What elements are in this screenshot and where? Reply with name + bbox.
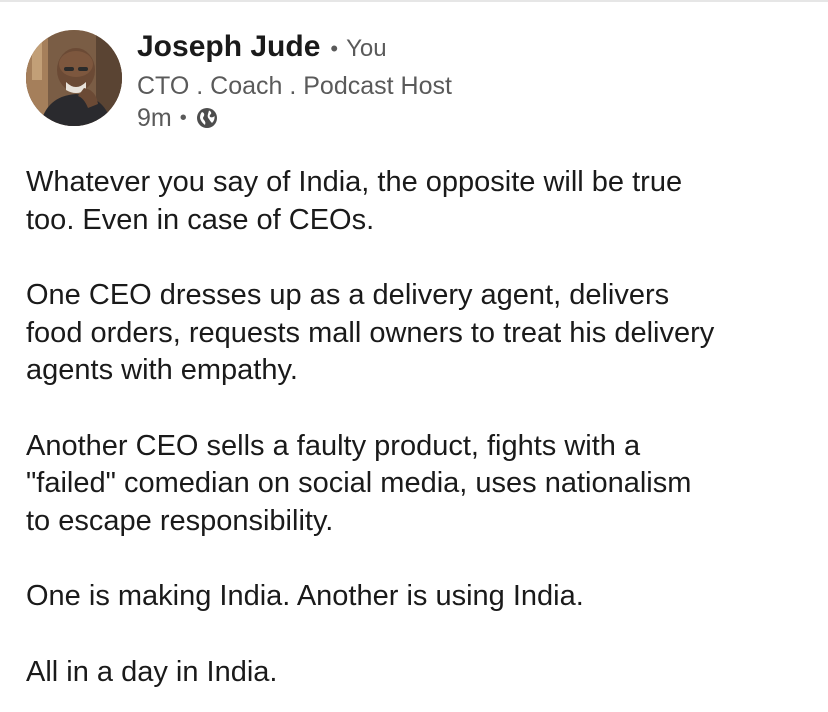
avatar[interactable] [26,30,122,126]
post-paragraph: Another CEO sells a faulty product, figh… [26,429,692,537]
post-paragraph: One is making India. Another is using In… [26,580,584,612]
top-divider [0,0,828,2]
author-block: Joseph Jude • You CTO . Coach . Podcast … [137,30,797,134]
post-timestamp: 9m [137,103,172,132]
post-header: Joseph Jude • You CTO . Coach . Podcast … [26,30,806,134]
name-separator: • [330,36,339,61]
post-paragraph: Whatever you say of India, the opposite … [26,166,683,236]
globe-icon[interactable] [195,106,219,130]
avatar-photo [26,30,122,126]
post-meta: 9m • [137,102,797,134]
author-headline: CTO . Coach . Podcast Host [137,72,452,100]
author-name-line: Joseph Jude • You [137,30,797,68]
meta-separator: • [179,106,187,129]
author-name[interactable]: Joseph Jude [137,30,320,64]
relation-badge: You [346,35,387,62]
post-body: Whatever you say of India, the opposite … [26,164,816,691]
post-paragraph: One CEO dresses up as a delivery agent, … [26,279,715,386]
post-paragraph: All in a day in India. [26,655,278,688]
